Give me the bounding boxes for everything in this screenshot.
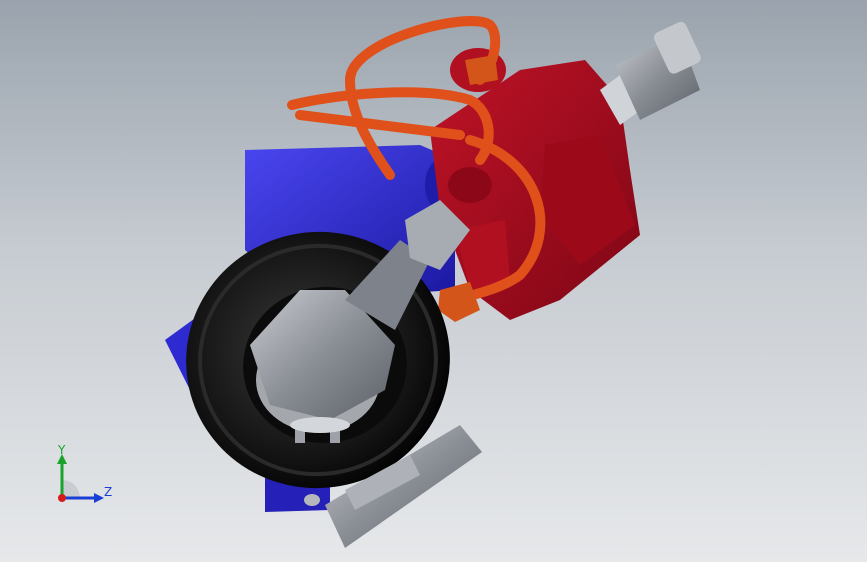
y-axis-label: Y (57, 443, 66, 457)
3d-viewport[interactable]: Y Z (0, 0, 867, 562)
3d-model[interactable] (0, 0, 867, 562)
threaded-connector[interactable] (600, 20, 703, 125)
z-axis-arrowhead (94, 493, 104, 503)
z-axis-label: Z (104, 485, 112, 499)
x-axis-dot (58, 494, 66, 502)
coordinate-triad: Y Z (57, 443, 112, 503)
